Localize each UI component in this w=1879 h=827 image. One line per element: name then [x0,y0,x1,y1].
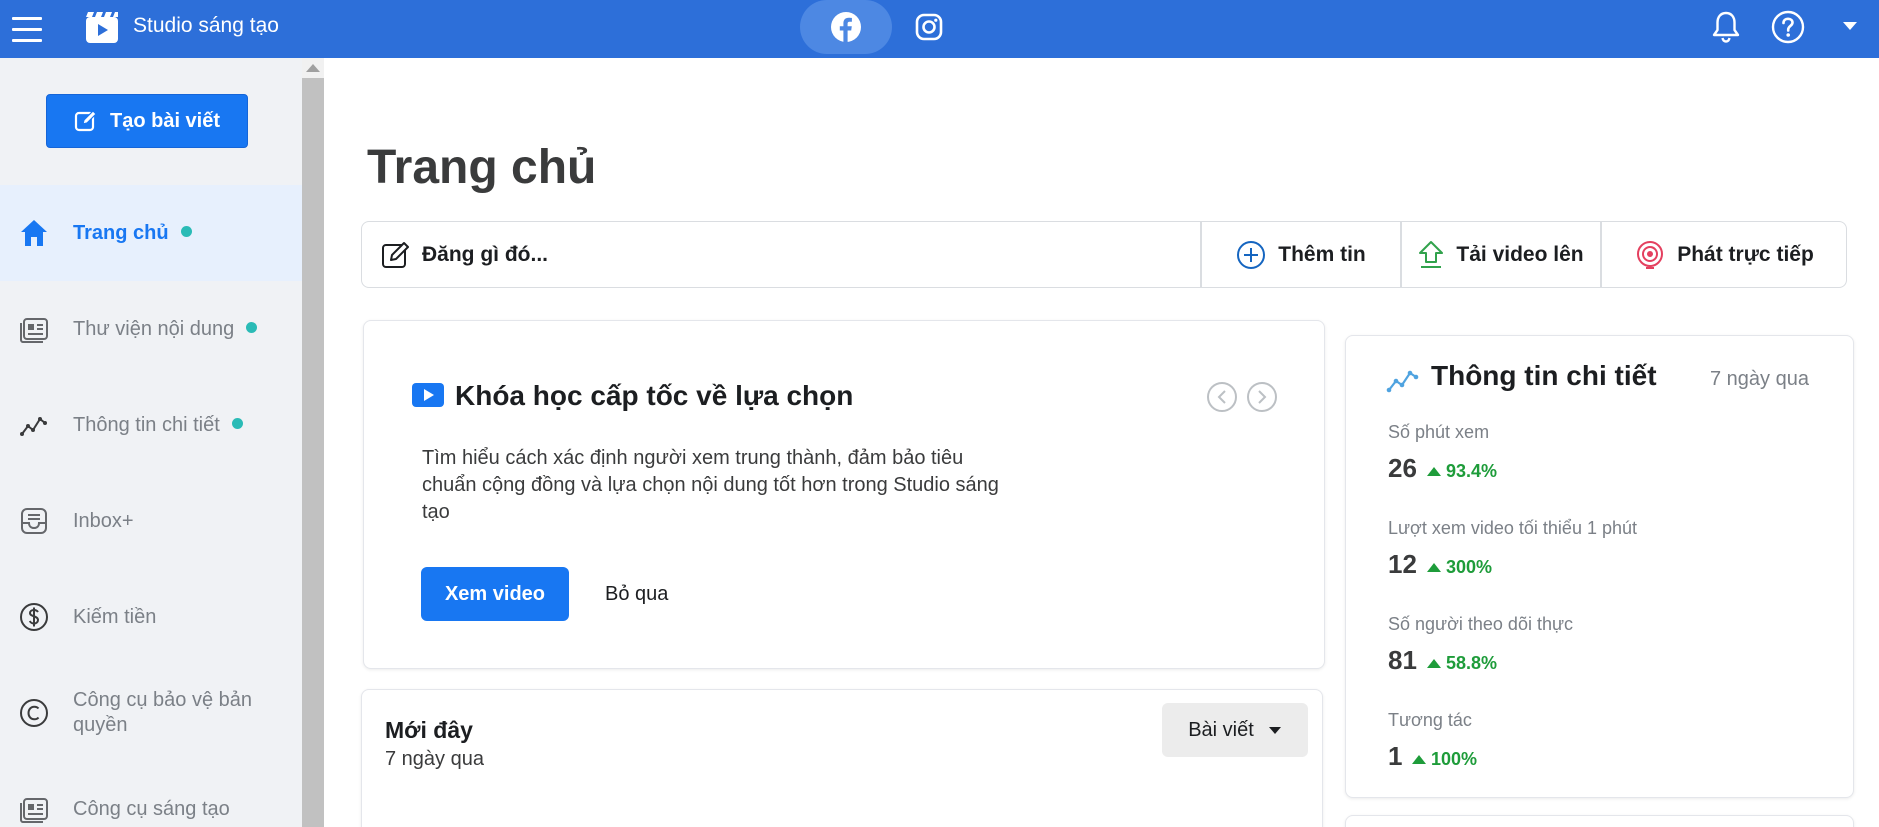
metric-change: 58.8% [1427,653,1497,674]
upload-video-label: Tải video lên [1456,242,1584,266]
metric-change-value: 93.4% [1446,461,1498,481]
insights-chart-icon [1386,370,1419,393]
sidebar-item-label: Inbox+ [73,509,134,532]
create-post-placeholder: Đăng gì đó... [422,242,548,266]
creative-tools-icon [18,793,50,825]
recent-card: Mới đây 7 ngày qua Bài viết [361,689,1323,827]
trend-up-icon [1427,659,1441,668]
trend-up-icon [1427,563,1441,572]
go-live-button[interactable]: Phát trực tiếp [1602,222,1847,287]
sidebar-item-monetization[interactable]: Kiếm tiền [0,569,302,665]
go-live-label: Phát trực tiếp [1677,242,1814,266]
metric-value: 26 [1388,453,1417,483]
copyright-icon [18,697,50,729]
sidebar-item-label: Thư viện nội dung [73,317,235,340]
skip-button[interactable]: Bỏ qua [605,583,668,606]
sidebar-item-inbox[interactable]: Inbox+ [0,473,302,569]
sidebar-item-label: Công cụ sáng tạo [73,797,230,820]
metric-change: 100% [1412,749,1477,770]
live-icon [1637,240,1664,269]
tab-facebook[interactable] [800,0,892,54]
metric-value: 81 [1388,645,1417,675]
secondary-card [1345,815,1854,827]
trend-up-icon [1412,755,1426,764]
upload-icon [1419,240,1444,268]
caret-down-icon [1268,726,1281,734]
notifications-button[interactable] [1706,7,1746,47]
metric-change-value: 58.8% [1446,653,1498,673]
insights-range: 7 ngày qua [1710,368,1809,390]
metric-label: Số phút xem [1388,422,1490,442]
sidebar-scrollbar-thumb[interactable] [302,78,324,827]
course-description: Tìm hiểu cách xác định người xem trung t… [422,447,999,523]
create-post-field[interactable]: Đăng gì đó... [362,222,1200,287]
content-type-dropdown[interactable]: Bài viết [1162,703,1308,757]
menu-icon[interactable] [12,12,46,46]
post-composer: Đăng gì đó... Thêm tin Tải video lên Phá… [361,221,1847,288]
video-play-icon [412,383,444,407]
insights-title: Thông tin chi tiết [1431,360,1657,391]
insights-card: Thông tin chi tiết 7 ngày qua Số phút xe… [1345,335,1854,798]
compose-icon [380,239,412,271]
edit-icon [74,110,97,132]
scroll-up-arrow-icon[interactable] [306,64,320,72]
tab-instagram[interactable] [906,4,952,50]
sidebar-item-content-library[interactable]: Thư viện nội dung [0,281,302,377]
sidebar-item-insights[interactable]: Thông tin chi tiết [0,377,302,473]
add-story-button[interactable]: Thêm tin [1202,222,1400,287]
account-menu-button[interactable] [1840,16,1860,36]
dropdown-value: Bài viết [1188,718,1254,741]
home-icon [18,217,50,249]
sidebar-item-label: Trang chủ [73,221,169,244]
metric-change: 93.4% [1427,461,1497,482]
notification-dot [246,321,258,333]
content-library-icon [18,313,50,345]
bell-icon [1712,11,1740,43]
carousel-prev-button[interactable] [1207,382,1237,412]
create-post-label: Tạo bài viết [109,109,221,132]
metric-value: 1 [1388,741,1403,771]
sidebar-item-label: Thông tin chi tiết [73,413,220,436]
sidebar-item-home[interactable]: Trang chủ [0,185,302,281]
studio-logo-icon [86,12,118,43]
notification-dot [231,417,243,429]
metric-label: Tương tác [1388,710,1472,730]
carousel-next-button[interactable] [1247,382,1277,412]
metric-change: 300% [1427,557,1492,578]
dollar-icon [18,601,50,633]
help-button[interactable] [1768,7,1808,47]
sidebar-item-creative-tools[interactable]: Công cụ sáng tạo [0,761,302,827]
course-title: Khóa học cấp tốc về lựa chọn [455,380,854,411]
recent-range: 7 ngày qua [385,748,484,770]
app-title: Studio sáng tạo [133,14,279,37]
create-post-button[interactable]: Tạo bài viết [46,94,248,148]
sidebar-item-label: Kiếm tiền [73,605,157,628]
trend-up-icon [1427,467,1441,476]
metric-change-value: 300% [1446,557,1493,577]
plus-circle-icon [1237,240,1266,269]
recent-title: Mới đây [385,717,473,743]
top-bar: Studio sáng tạo [0,0,1879,58]
add-story-label: Thêm tin [1278,242,1366,266]
metric-value: 12 [1388,549,1417,579]
sidebar: Tạo bài viết Trang chủ Thư viện nội dung… [0,58,302,827]
upload-video-button[interactable]: Tải video lên [1402,222,1600,287]
help-icon [1771,10,1805,44]
insights-icon [18,409,50,441]
metric-change-value: 100% [1431,749,1478,769]
watch-video-button[interactable]: Xem video [421,567,569,621]
inbox-icon [18,505,50,537]
chevron-right-icon [1258,390,1267,404]
notification-dot [180,225,192,237]
course-card: Khóa học cấp tốc về lựa chọn Tìm hiểu cá… [363,320,1325,669]
facebook-icon [831,12,861,42]
metric-label: Số người theo dõi thực [1388,614,1574,634]
chevron-left-icon [1217,390,1226,404]
sidebar-item-copyright[interactable]: Công cụ bảo vệ bản quyền [0,665,302,761]
page-title: Trang chủ [367,141,597,194]
metric-label: Lượt xem video tối thiểu 1 phút [1388,518,1637,538]
sidebar-item-label: Công cụ bảo vệ bản quyền [73,689,253,736]
caret-down-icon [1843,22,1857,30]
instagram-icon [915,13,943,41]
